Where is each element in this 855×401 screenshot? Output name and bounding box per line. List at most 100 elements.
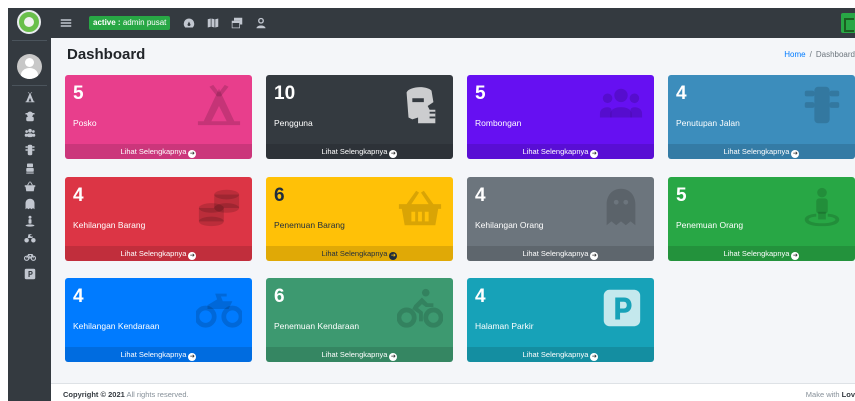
box-number: 4: [475, 185, 486, 206]
box-label: Rombongan: [475, 118, 522, 128]
box-more-link[interactable]: Lihat Selengkapnya ➜: [467, 246, 654, 261]
made-with: Make with Lov: [806, 390, 855, 399]
bicycle-icon[interactable]: [22, 249, 38, 263]
brand-logo[interactable]: [17, 10, 41, 34]
user-avatar[interactable]: [17, 54, 42, 79]
box-more-link[interactable]: Lihat Selengkapnya ➜: [668, 144, 855, 159]
users-icon[interactable]: [22, 126, 38, 140]
stat-box-pengguna: 10 Pengguna Lihat Selengkapnya ➜: [266, 75, 453, 159]
bars-icon[interactable]: [60, 16, 72, 30]
campground-icon: [196, 84, 242, 126]
box-more-link[interactable]: Lihat Selengkapnya ➜: [65, 246, 252, 261]
ghost-icon: [598, 186, 644, 228]
box-more-text: Lihat Selengkapnya: [522, 249, 589, 258]
box-label: Kehilangan Barang: [73, 220, 146, 230]
sidebar-divider: [12, 85, 47, 86]
map-icon[interactable]: [207, 16, 219, 30]
active-user-badge: active : admin pusat: [89, 16, 171, 30]
campground-icon[interactable]: [22, 90, 38, 104]
copyright: Copyright © 2021 All rights reserved.: [63, 390, 189, 399]
box-number: 6: [274, 286, 285, 307]
stat-box-posko: 5 Posko Lihat Selengkapnya ➜: [65, 75, 252, 159]
stat-box-kehilangan-kendaraan: 4 Kehilangan Kendaraan Lihat Selengkapny…: [65, 278, 252, 362]
shopping-basket-icon: [397, 186, 443, 228]
user-icon[interactable]: [255, 16, 267, 30]
top-navbar: active : admin pusat: [51, 8, 855, 38]
box-more-link[interactable]: Lihat Selengkapnya ➜: [266, 246, 453, 261]
window-top-margin: [0, 0, 855, 8]
arrow-circle-right-icon: ➜: [791, 252, 800, 260]
arrow-circle-right-icon: ➜: [188, 150, 197, 158]
shopping-basket-icon[interactable]: [22, 179, 38, 193]
box-number: 4: [475, 286, 486, 307]
window-left-margin: [0, 0, 8, 401]
box-more-text: Lihat Selengkapnya: [120, 350, 187, 359]
arrow-circle-right-icon: ➜: [389, 353, 398, 361]
sidebar-divider: [12, 40, 47, 41]
arrow-circle-right-icon: ➜: [791, 150, 800, 158]
box-number: 5: [676, 185, 687, 206]
traffic-light-icon[interactable]: [22, 143, 38, 157]
biking-icon: [396, 287, 444, 329]
box-label: Penemuan Barang: [274, 220, 345, 230]
box-number: 5: [73, 83, 84, 104]
box-more-text: Lihat Selengkapnya: [522, 350, 589, 359]
box-number: 5: [475, 83, 486, 104]
street-view-icon[interactable]: [22, 214, 38, 228]
page-title: Dashboard: [67, 46, 146, 63]
stat-box-rombongan: 5 Rombongan Lihat Selengkapnya ➜: [467, 75, 654, 159]
box-label: Penemuan Kendaraan: [274, 321, 360, 331]
motorcycle-icon[interactable]: [22, 231, 38, 245]
page-footer: Copyright © 2021 All rights reserved. Ma…: [51, 383, 855, 401]
arrow-circle-right-icon: ➜: [389, 252, 398, 260]
breadcrumb-home[interactable]: Home: [784, 50, 805, 59]
copyright-year: Copyright © 2021: [63, 390, 125, 399]
box-more-link[interactable]: Lihat Selengkapnya ➜: [65, 144, 252, 159]
box-more-link[interactable]: Lihat Selengkapnya ➜: [467, 144, 654, 159]
box-more-link[interactable]: Lihat Selengkapnya ➜: [266, 347, 453, 362]
parking-icon[interactable]: [22, 267, 38, 281]
breadcrumb-separator: /: [809, 50, 812, 59]
box-more-link[interactable]: Lihat Selengkapnya ➜: [668, 246, 855, 261]
arrow-circle-right-icon: ➜: [590, 252, 599, 260]
stat-box-kehilangan-orang: 4 Kehilangan Orang Lihat Selengkapnya ➜: [467, 177, 654, 261]
arrow-circle-right-icon: ➜: [389, 150, 398, 158]
stat-box-kehilangan-barang: 4 Kehilangan Barang Lihat Selengkapnya ➜: [65, 177, 252, 261]
windows-icon[interactable]: [231, 16, 243, 30]
box-label: Halaman Parkir: [475, 321, 534, 331]
ghost-icon[interactable]: [22, 197, 38, 211]
user-secret-icon: [397, 84, 443, 126]
motorcycle-icon: [194, 287, 244, 329]
dashboard-icon[interactable]: [183, 16, 195, 30]
user-secret-icon[interactable]: [22, 109, 38, 123]
street-view-icon: [799, 186, 845, 228]
box-number: 4: [676, 83, 687, 104]
box-more-text: Lihat Selengkapnya: [120, 147, 187, 156]
traffic-light-icon: [799, 84, 845, 126]
box-label: Kehilangan Kendaraan: [73, 321, 160, 331]
box-more-text: Lihat Selengkapnya: [321, 249, 388, 258]
stat-box-penemuan-barang: 6 Penemuan Barang Lihat Selengkapnya ➜: [266, 177, 453, 261]
box-more-text: Lihat Selengkapnya: [723, 147, 790, 156]
stat-box-penemuan-orang: 5 Penemuan Orang Lihat Selengkapnya ➜: [668, 177, 855, 261]
box-more-text: Lihat Selengkapnya: [723, 249, 790, 258]
made-with-text: Make with: [805, 390, 840, 399]
exit-icon[interactable]: [841, 13, 855, 33]
box-more-link[interactable]: Lihat Selengkapnya ➜: [65, 347, 252, 362]
coins-icon: [196, 186, 242, 228]
arrow-circle-right-icon: ➜: [188, 353, 197, 361]
breadcrumb: Home / Dashboard: [784, 50, 855, 59]
box-more-text: Lihat Selengkapnya: [321, 350, 388, 359]
box-more-text: Lihat Selengkapnya: [120, 249, 187, 258]
box-label: Kehilangan Orang: [475, 220, 544, 230]
arrow-circle-right-icon: ➜: [590, 150, 599, 158]
box-number: 4: [73, 185, 84, 206]
box-label: Pengguna: [274, 118, 313, 128]
active-user-name: admin pusat: [122, 18, 167, 27]
box-more-link[interactable]: Lihat Selengkapnya ➜: [266, 144, 453, 159]
stat-box-penemuan-kendaraan: 6 Penemuan Kendaraan Lihat Selengkapnya ➜: [266, 278, 453, 362]
box-more-link[interactable]: Lihat Selengkapnya ➜: [467, 347, 654, 362]
dolly-icon[interactable]: [22, 161, 38, 175]
copyright-text: All rights reserved.: [126, 390, 189, 399]
box-more-text: Lihat Selengkapnya: [522, 147, 589, 156]
